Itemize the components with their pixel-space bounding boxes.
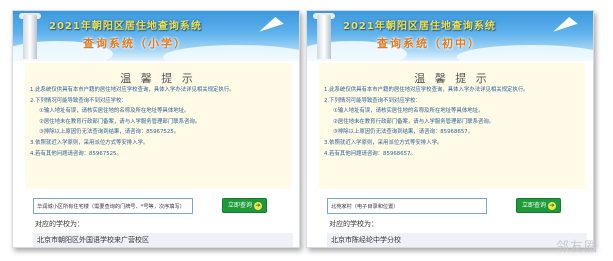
notice-line: ③排除以上原因仍无法查询到结果，请咨询：85967525。 [39,129,180,136]
banner-subtitle: 查询系统（小学） [83,37,187,50]
notice-line: 4.若有其他问题请咨询：85967525。 [30,150,122,157]
result-school: 北京市朝阳区外国语学校来广营校区 [33,233,293,247]
notice-box: 温 馨 提 示 1.此系统仅供具有本市户籍的居住地对应学校查询，具体入学办法详见… [25,63,291,189]
query-button-label: 立即查询 [522,202,547,209]
notice-line: 2.下列情况可能导致查询不到对应学校： [324,97,421,104]
notice-title: 温 馨 提 示 [120,72,196,85]
monument-icon [23,15,37,59]
notice-box: 温 馨 提 示 1.此系统仅供具有本市户籍的居住地对应学校查询，具体入学办法详见… [319,63,585,189]
notice-line: ②居住地未在教育行政部门备案，请与入学服务管理部门联系咨询。 [39,118,201,125]
address-input[interactable] [33,198,193,214]
notice-line: 1.此系统仅供具有本市户籍的居住地对应学校查询，具体入学办法详见相关规定执行。 [324,87,529,93]
query-button-label: 立即查询 [228,202,253,209]
monument-icon [317,15,331,59]
notice-line: 4.若有其他问题请咨询：85968657。 [324,150,416,157]
notice-line: 1.此系统仅供具有本市户籍的居住地对应学校查询，具体入学办法详见相关规定执行。 [30,87,235,93]
notice-line: ①输入地址有误，请核实居住地的名称及所在地址等具体地址。 [39,108,190,115]
result-label: 对应的学校为： [35,220,84,228]
notice-line: ③排除以上原因仍无法查询到结果，请咨询：85968657。 [333,129,474,136]
notice-line: 3.依照就近入学原则，采用派位方式等安排入学。 [30,139,149,146]
query-button[interactable]: 立即查询 ➔ [222,198,267,213]
notice-title: 温 馨 提 示 [414,72,490,85]
query-row: 立即查询 ➔ [327,198,587,214]
notice-line: 3.依照就近入学原则，采用派位方式等安排入学。 [324,139,443,146]
banner-subtitle: 查询系统（初中） [377,37,481,50]
middle-school-query-panel: 2021年朝阳区居住地查询系统 查询系统（初中） 温 馨 提 示 1.此系统仅供… [306,10,594,248]
notice-line: 2.下列情况可能导致查询不到对应学校： [30,97,127,104]
banner: 2021年朝阳区居住地查询系统 查询系统（小学） [13,11,299,61]
arrow-right-icon: ➔ [254,202,262,210]
notice-line: ①输入地址有误，请核实居住地的名称及所在地址等具体地址。 [333,108,484,115]
result-school: 北京市陈经纶中学分校 [327,233,587,247]
primary-school-query-panel: 2021年朝阳区居住地查询系统 查询系统（小学） 温 馨 提 示 1.此系统仅供… [12,10,300,248]
arrow-right-icon: ➔ [548,202,556,210]
banner-title: 2021年朝阳区居住地查询系统 [343,21,496,32]
result-label: 对应的学校为： [329,220,378,228]
banner: 2021年朝阳区居住地查询系统 查询系统（初中） [307,11,593,61]
notice-line: ②居住地未在教育行政部门备案，请与入学服务管理部门联系咨询。 [333,118,495,125]
query-row: 立即查询 ➔ [33,198,293,214]
address-input[interactable] [327,198,487,214]
query-button[interactable]: 立即查询 ➔ [516,198,561,213]
watermark: 邻友圈 [556,240,599,255]
banner-title: 2021年朝阳区居住地查询系统 [49,21,202,32]
